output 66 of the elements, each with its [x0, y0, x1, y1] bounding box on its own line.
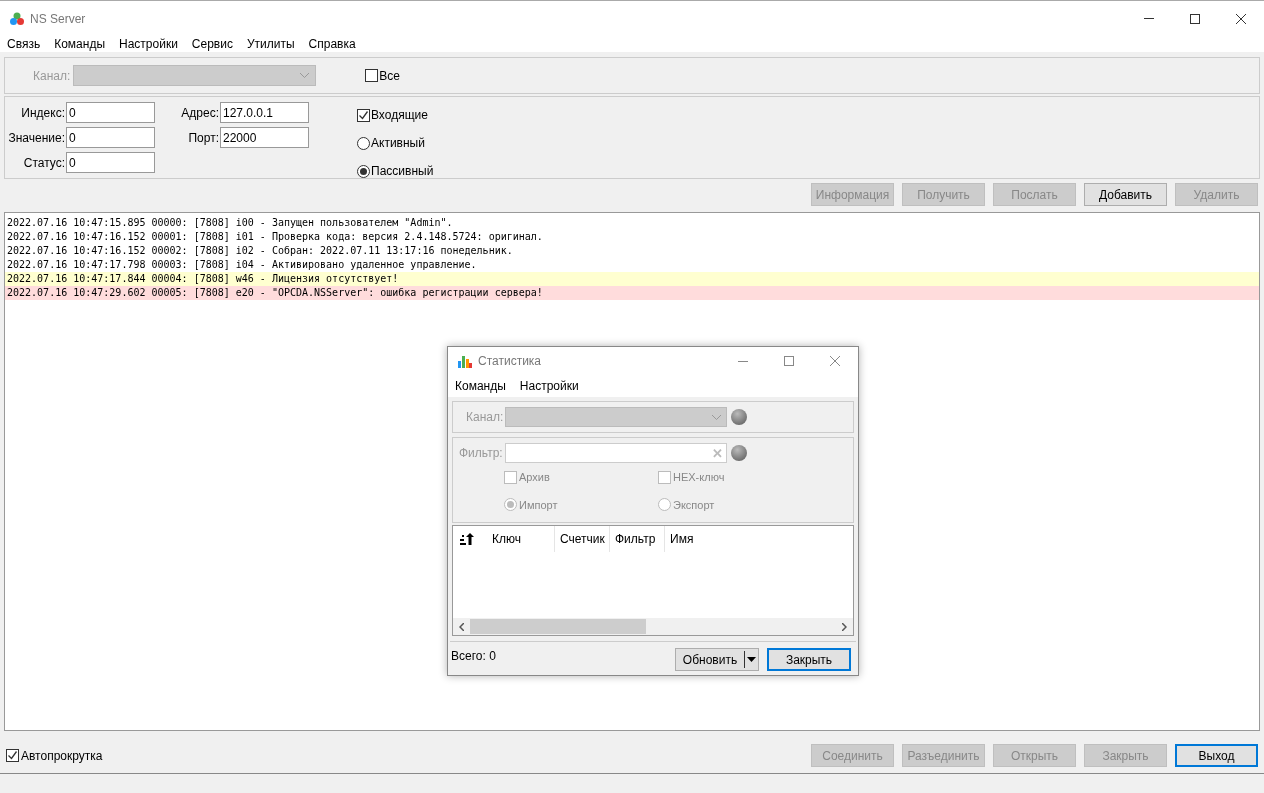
checkbox[interactable] — [357, 108, 370, 122]
bottom-button[interactable]: Выход — [1175, 744, 1258, 767]
radio-button[interactable] — [504, 498, 517, 512]
bar-chart-icon — [457, 354, 472, 368]
radio-button[interactable] — [357, 136, 370, 150]
menu-item[interactable]: Утилиты — [246, 35, 295, 53]
refresh-split-button[interactable]: Обновить — [675, 648, 759, 671]
field-label: Порт: — [188, 129, 219, 147]
scroll-left-icon[interactable] — [459, 622, 464, 631]
log-line: 2022.07.16 10:47:17.798 00003: [7808] i04 - Активировано удаленное управление. — [6, 258, 478, 272]
autoscroll-label: Автопрокрутка — [21, 747, 103, 765]
input-field[interactable]: 22000 — [220, 127, 309, 148]
checkbox[interactable] — [658, 470, 671, 484]
app-logo-icon — [9, 11, 25, 26]
log-line: 2022.07.16 10:47:16.152 00001: [7808] i01 - Проверка кода: версия 2.4.148.5724: оригинал. — [6, 230, 544, 244]
chevron-down-icon — [712, 414, 722, 420]
channel-dropdown[interactable] — [505, 407, 728, 427]
menu-item[interactable]: Связь — [7, 35, 41, 53]
field-label: Адрес: — [181, 104, 219, 122]
incoming-label: Входящие — [371, 107, 428, 124]
dialog-title: Статистика — [478, 353, 542, 370]
input-field[interactable]: 0 — [66, 127, 155, 148]
menu-item[interactable]: Сервис — [191, 35, 233, 53]
dropdown-arrow-icon — [747, 657, 756, 662]
input-field[interactable]: 0 — [66, 102, 155, 123]
radio-button[interactable] — [658, 498, 671, 512]
scroll-right-icon[interactable] — [842, 622, 847, 631]
menu-item[interactable]: Справка — [308, 35, 356, 53]
option-label: Импорт — [519, 497, 558, 513]
option-label: Архив — [519, 470, 550, 485]
log-line: 2022.07.16 10:47:15.895 00000: [7808] i00 - Запущен пользователем "Admin". — [6, 216, 454, 230]
window-title: NS Server — [30, 10, 86, 28]
total-count: Всего: 0 — [451, 648, 496, 665]
mode-label: Пассивный — [371, 163, 434, 180]
dialog-button[interactable]: Закрыть — [767, 648, 851, 671]
mode-label: Активный — [371, 135, 425, 152]
field-label: Индекс: — [21, 104, 65, 122]
option-label: HEX-ключ — [673, 470, 725, 485]
radio-button[interactable] — [357, 164, 370, 178]
column-header[interactable]: Ключ — [487, 526, 555, 552]
sort-icon — [460, 533, 476, 545]
column-header[interactable]: Имя — [665, 526, 725, 552]
column-header[interactable]: Фильтр — [610, 526, 665, 552]
all-label: Все — [379, 67, 400, 85]
menu-item[interactable]: Команды — [54, 35, 105, 53]
menu-item[interactable]: Команды — [455, 377, 506, 395]
field-label: Значение: — [8, 129, 65, 147]
menu-item[interactable]: Настройки — [119, 35, 178, 53]
action-button[interactable]: Добавить — [1084, 183, 1167, 206]
menu-item[interactable]: Настройки — [519, 377, 579, 395]
chevron-down-icon — [300, 73, 310, 78]
input-field[interactable]: 127.0.0.1 — [220, 102, 309, 123]
field-label: Статус: — [23, 154, 65, 172]
option-label: Экспорт — [673, 497, 715, 513]
status-light-icon — [730, 445, 747, 461]
input-field[interactable]: 0 — [66, 152, 155, 173]
checkbox[interactable] — [6, 749, 19, 762]
checkbox[interactable] — [504, 470, 517, 484]
horizontal-scrollbar[interactable] — [453, 618, 853, 635]
status-light-icon — [731, 409, 748, 425]
channel-label: Канал: — [33, 67, 71, 85]
filter-label: Фильтр: — [459, 445, 503, 462]
column-header[interactable]: Счетчик — [555, 526, 610, 552]
log-line: 2022.07.16 10:47:16.152 00002: [7808] i02 - Собран: 2022.07.11 13:17:16 понедельник. — [6, 244, 514, 258]
scrollbar-thumb[interactable] — [470, 619, 646, 634]
channel-label: Канал: — [466, 409, 504, 426]
